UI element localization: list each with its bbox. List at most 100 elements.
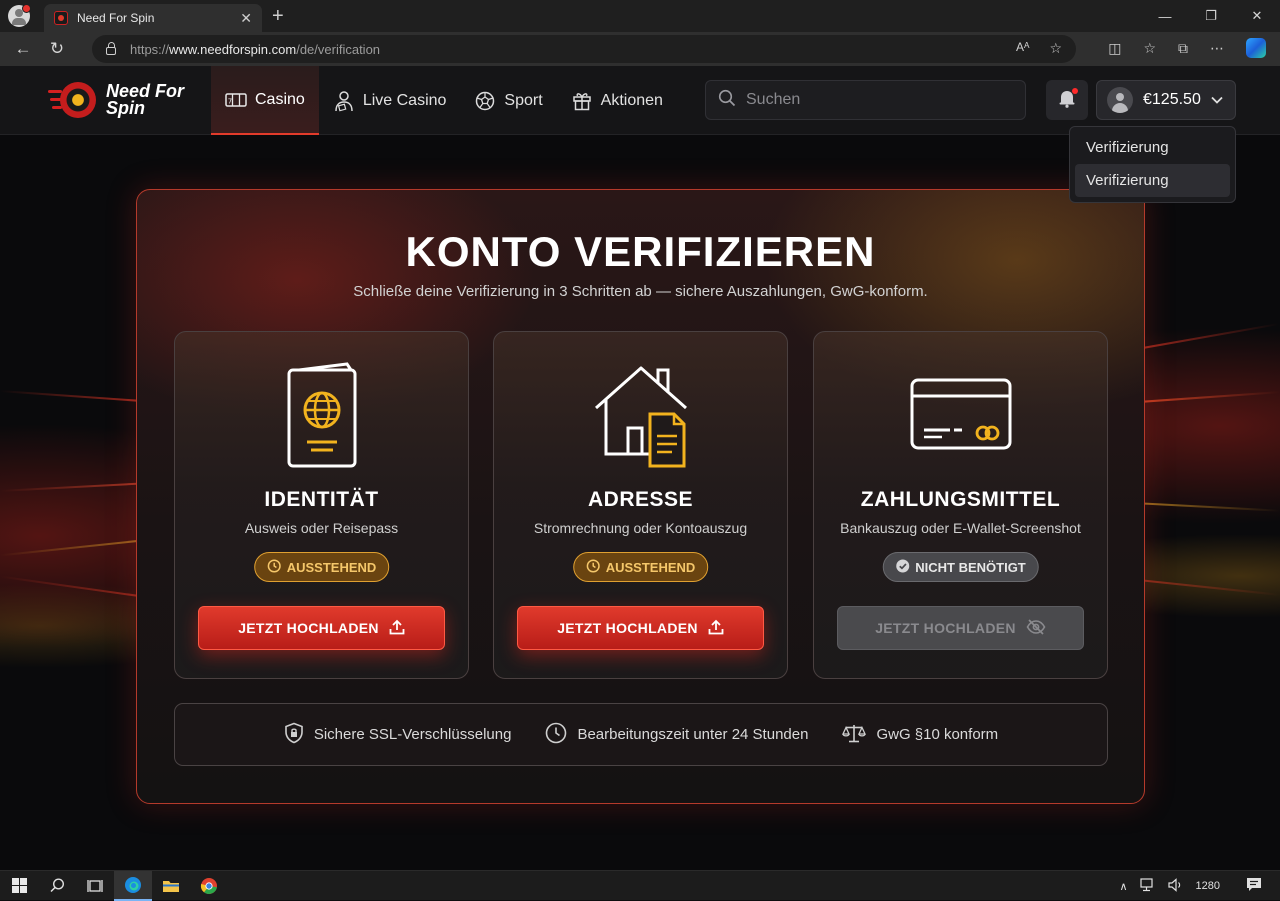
dropdown-item-verifizierung-hover[interactable]: Verifizierung [1075,164,1230,197]
trust-info-bar: Sichere SSL-Verschlüsselung Bearbeitungs… [174,703,1108,766]
site-header: Need For Spin 7 Casino Live Casino Sport… [0,66,1280,135]
wheel-logo-icon [48,78,100,122]
upload-icon [389,619,405,638]
tab-title: Need For Spin [77,11,155,25]
taskbar-search-icon[interactable] [38,871,76,901]
lock-icon[interactable] [106,42,116,55]
window-controls: — ❐ ✕ [1142,0,1280,32]
profile-icon[interactable] [8,4,31,27]
more-menu-icon[interactable]: ⋯ [1210,40,1224,57]
nav-label: Sport [504,91,543,109]
status-badge-pending: AUSSTEHEND [253,552,390,582]
card-title: ZAHLUNGSMITTEL [860,488,1061,511]
page-title: KONTO VERIFIZIEREN [405,228,876,275]
info-compliance: GwG §10 konform [842,723,998,747]
info-label: Sichere SSL-Verschlüsselung [313,726,512,743]
browser-toolbar: ← ↻ https://www.needforspin.com/de/verif… [0,32,1280,66]
status-badge-not-required: NICHT BENÖTIGT [882,552,1039,582]
favorites-icon[interactable]: ☆ [1143,40,1156,57]
search-icon [718,89,736,112]
url-host: www.needforspin.com [169,41,297,57]
split-screen-icon[interactable]: ◫ [1108,40,1121,57]
site-logo[interactable]: Need For Spin [48,78,184,122]
favorite-star-icon[interactable]: ☆ [1049,40,1062,57]
card-title: ADRESSE [587,488,694,511]
windows-start-icon[interactable] [0,871,38,901]
card-subtitle: Bankauszug oder E-Wallet-Screenshot [840,520,1081,536]
back-icon[interactable]: ← [6,34,40,64]
close-tab-icon[interactable]: ✕ [240,10,252,27]
upload-icon [708,619,724,638]
nav-casino[interactable]: 7 Casino [211,66,319,135]
soccer-ball-icon [474,91,496,111]
button-label: JETZT HOCHLADEN [875,620,1016,636]
task-view-icon[interactable] [76,871,114,901]
verification-card-payment: ZAHLUNGSMITTEL Bankauszug oder E-Wallet-… [813,331,1108,679]
account-balance-button[interactable]: €125.50 [1096,80,1236,120]
address-bar[interactable]: https://www.needforspin.com/de/verificat… [92,35,1076,63]
nav-aktionen[interactable]: Aktionen [557,66,677,135]
nav-label: Casino [255,90,305,108]
search-box[interactable] [705,80,1026,120]
tray-expand-icon[interactable]: ∧ [1119,880,1127,893]
notification-center-icon[interactable] [1246,877,1262,895]
chrome-browser-icon[interactable] [190,871,228,901]
notifications-button[interactable] [1046,80,1088,120]
status-badge-pending: AUSSTEHEND [572,552,709,582]
upload-identity-button[interactable]: JETZT HOCHLADEN [198,606,445,650]
network-icon[interactable] [1139,877,1156,895]
gift-icon [571,91,593,111]
browser-tabbar: Need For Spin ✕ + — ❐ ✕ [0,0,1280,32]
volume-icon[interactable] [1167,877,1184,895]
check-circle-icon [895,559,909,576]
dropdown-item-verifizierung[interactable]: Verifizierung [1075,131,1230,164]
page: Need For Spin 7 Casino Live Casino Sport… [0,66,1280,870]
restore-icon[interactable]: ❐ [1188,0,1234,32]
url-path: /de/verification [296,41,381,57]
close-window-icon[interactable]: ✕ [1234,0,1280,32]
account-dropdown-menu: Verifizierung Verifizierung [1069,126,1236,203]
slot-machine-icon: 7 [225,90,247,110]
passport-icon [175,362,468,472]
url-protocol: https:// [130,41,170,57]
file-explorer-icon[interactable] [152,871,190,901]
eye-off-icon [1026,618,1046,638]
clock-icon [586,558,600,576]
info-processing-time: Bearbeitungszeit unter 24 Stunden [545,722,808,748]
card-subtitle: Ausweis oder Reisepass [244,520,399,536]
button-label: JETZT HOCHLADEN [238,620,379,636]
read-aloud-icon[interactable]: Aᴬ [1016,40,1029,57]
clock-icon [267,558,281,576]
minimize-icon[interactable]: — [1142,0,1188,32]
balance-amount: €125.50 [1143,91,1201,108]
avatar-icon [1107,87,1133,113]
os-taskbar: ∧ 1280 [0,870,1280,901]
page-subtitle: Schließe deine Verifizierung in 3 Schrit… [353,283,928,300]
reload-icon[interactable]: ↻ [40,34,74,64]
info-label: GwG §10 konform [876,726,999,743]
copilot-icon[interactable] [1246,38,1266,58]
collections-icon[interactable]: ⧉ [1178,40,1188,57]
upload-address-button[interactable]: JETZT HOCHLADEN [517,606,764,650]
edge-browser-icon[interactable] [114,870,152,901]
browser-tab[interactable]: Need For Spin ✕ [44,4,262,32]
info-ssl: Sichere SSL-Verschlüsselung [284,722,512,748]
site-favicon-icon [54,11,68,25]
taskbar-clock[interactable]: 1280 [1196,880,1220,892]
status-label: AUSSTEHEND [605,559,696,575]
house-document-icon [494,362,787,472]
upload-payment-button[interactable]: JETZT HOCHLADEN [837,606,1084,650]
scales-icon [842,723,867,747]
shield-lock-icon [284,722,304,748]
slot-glyph: 7 [228,97,232,105]
nav-live-casino[interactable]: Live Casino [319,66,461,135]
nav-sport[interactable]: Sport [460,66,556,135]
nav-label: Aktionen [600,91,663,109]
nav-label: Live Casino [362,91,447,109]
search-input[interactable] [746,91,1006,109]
new-tab-icon[interactable]: + [272,6,284,26]
status-label: NICHT BENÖTIGT [915,559,1026,575]
status-label: AUSSTEHEND [286,559,377,575]
logo-text-line2: Spin [106,98,145,118]
button-label: JETZT HOCHLADEN [557,620,698,636]
